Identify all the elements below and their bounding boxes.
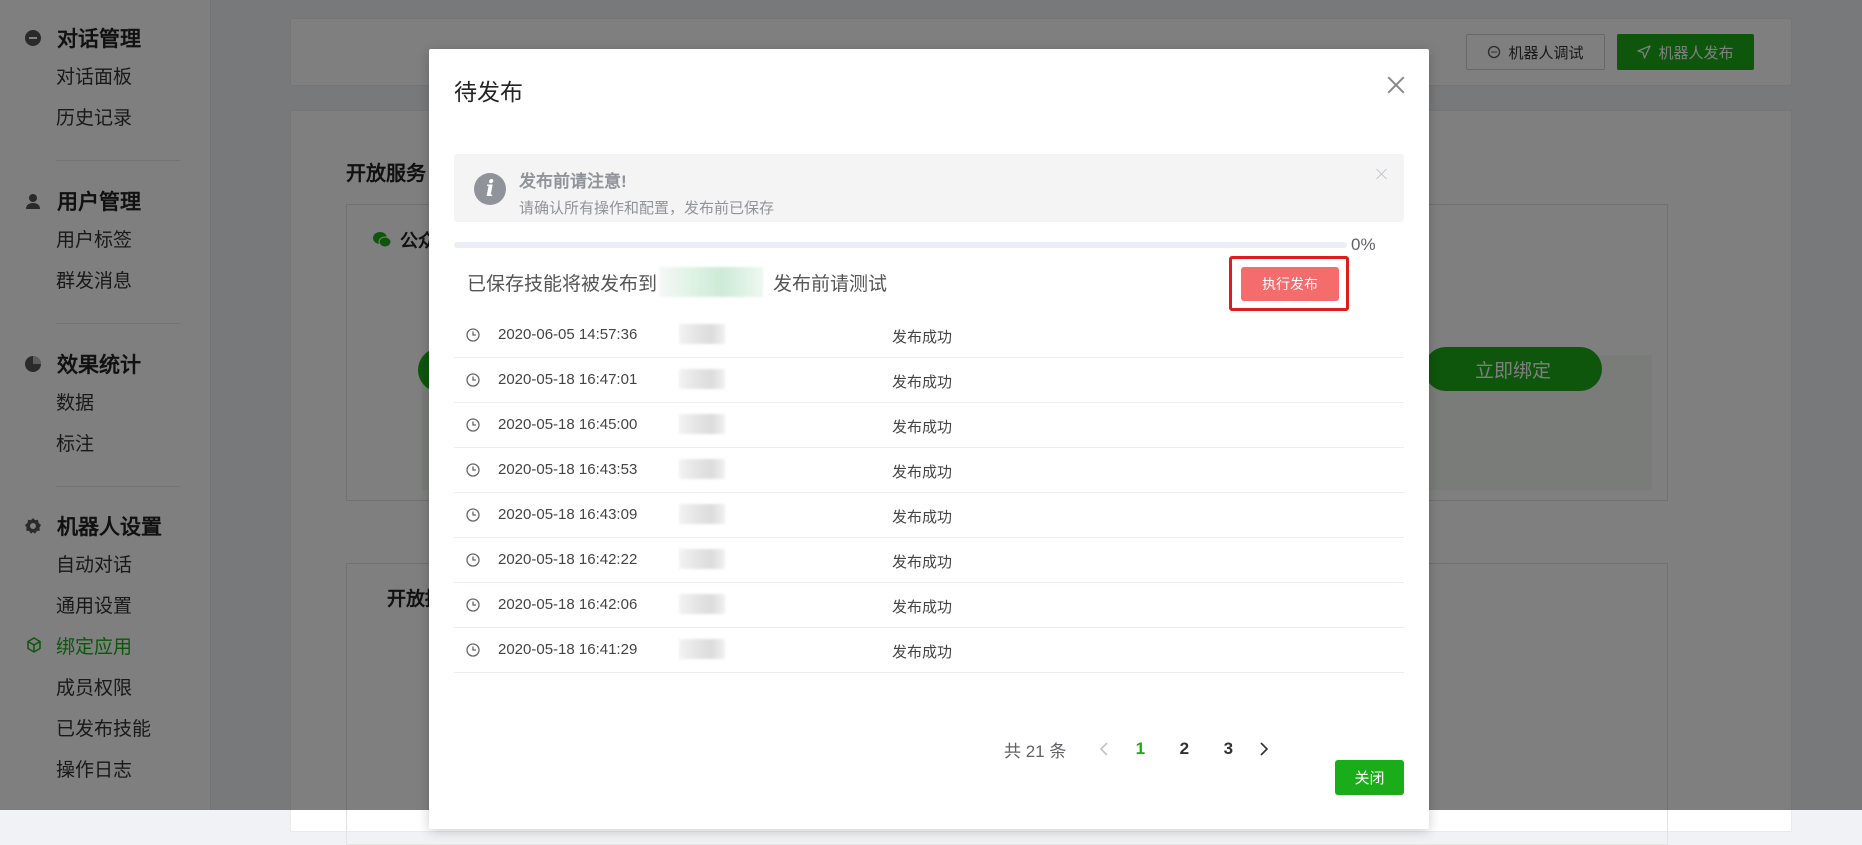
clock-icon	[466, 508, 480, 526]
redacted-cell	[679, 459, 725, 479]
redacted-cell	[679, 324, 725, 344]
history-row: 2020-05-18 16:45:00 发布成功	[454, 403, 1404, 448]
pagination-total: 共 21 条	[1004, 741, 1067, 761]
clock-icon	[466, 643, 480, 661]
close-button-label: 关闭	[1354, 770, 1385, 787]
history-status: 发布成功	[892, 329, 953, 346]
history-status: 发布成功	[892, 374, 953, 391]
chevron-right-icon	[1260, 742, 1269, 756]
clock-icon	[466, 553, 480, 571]
execute-publish-button[interactable]: 执行发布	[1241, 267, 1339, 301]
next-page-button[interactable]	[1250, 735, 1278, 763]
history-status: 发布成功	[892, 464, 953, 481]
publish-dialog: 待发布 i 发布前请注意! 请确认所有操作和配置，发布前已保存 0% 已保存技能…	[429, 49, 1429, 829]
publish-progress-bar	[454, 242, 1347, 248]
redacted-cell	[679, 414, 725, 434]
clock-icon	[466, 373, 480, 391]
history-time: 2020-05-18 16:42:22	[498, 551, 638, 568]
history-status: 发布成功	[892, 554, 953, 571]
clock-icon	[466, 418, 480, 436]
redacted-cell	[679, 639, 725, 659]
clock-icon	[466, 463, 480, 481]
alert-title: 发布前请注意!	[519, 172, 627, 191]
history-row: 2020-06-05 14:57:36 发布成功	[454, 313, 1404, 358]
history-status: 发布成功	[892, 419, 953, 436]
pagination: 共 21 条 1 2 3	[1004, 734, 1278, 764]
publish-history-list: 2020-06-05 14:57:36 发布成功 2020-05-18 16:47:…	[454, 313, 1404, 673]
clock-icon	[466, 328, 480, 346]
alert-close-icon[interactable]	[1375, 167, 1389, 181]
history-row: 2020-05-18 16:43:09 发布成功	[454, 493, 1404, 538]
notice-alert: i 发布前请注意! 请确认所有操作和配置，发布前已保存	[454, 154, 1404, 222]
publish-text-after: 发布前请测试	[773, 273, 888, 295]
redacted-cell	[679, 594, 725, 614]
page-3[interactable]: 3	[1206, 739, 1250, 759]
close-icon[interactable]	[1385, 74, 1407, 96]
history-row: 2020-05-18 16:42:06 发布成功	[454, 583, 1404, 628]
history-row: 2020-05-18 16:41:29 发布成功	[454, 628, 1404, 673]
progress-percent: 0%	[1351, 235, 1376, 254]
execute-publish-label: 执行发布	[1262, 276, 1318, 292]
redacted-target	[659, 267, 764, 297]
history-status: 发布成功	[892, 644, 953, 661]
history-row: 2020-05-18 16:42:22 发布成功	[454, 538, 1404, 583]
history-time: 2020-05-18 16:42:06	[498, 596, 638, 613]
redacted-cell	[679, 369, 725, 389]
dialog-title: 待发布	[454, 79, 523, 105]
history-row: 2020-05-18 16:47:01 发布成功	[454, 358, 1404, 403]
page-2[interactable]: 2	[1162, 739, 1206, 759]
close-button[interactable]: 关闭	[1335, 760, 1404, 795]
alert-description: 请确认所有操作和配置，发布前已保存	[519, 200, 775, 217]
history-time: 2020-06-05 14:57:36	[498, 326, 638, 343]
info-icon: i	[474, 173, 506, 205]
redacted-cell	[679, 549, 725, 569]
history-time: 2020-05-18 16:43:53	[498, 461, 638, 478]
history-status: 发布成功	[892, 599, 953, 616]
redacted-cell	[679, 504, 725, 524]
history-time: 2020-05-18 16:43:09	[498, 506, 638, 523]
history-time: 2020-05-18 16:45:00	[498, 416, 638, 433]
history-row: 2020-05-18 16:43:53 发布成功	[454, 448, 1404, 493]
prev-page-button[interactable]	[1090, 735, 1118, 763]
history-status: 发布成功	[892, 509, 953, 526]
history-time: 2020-05-18 16:47:01	[498, 371, 638, 388]
history-time: 2020-05-18 16:41:29	[498, 641, 638, 658]
publish-text-before: 已保存技能将被发布到	[467, 273, 658, 295]
publish-target-text: 已保存技能将被发布到 发布前请测试	[467, 267, 887, 297]
clock-icon	[466, 598, 480, 616]
chevron-left-icon	[1100, 742, 1108, 756]
page-1[interactable]: 1	[1118, 739, 1162, 759]
